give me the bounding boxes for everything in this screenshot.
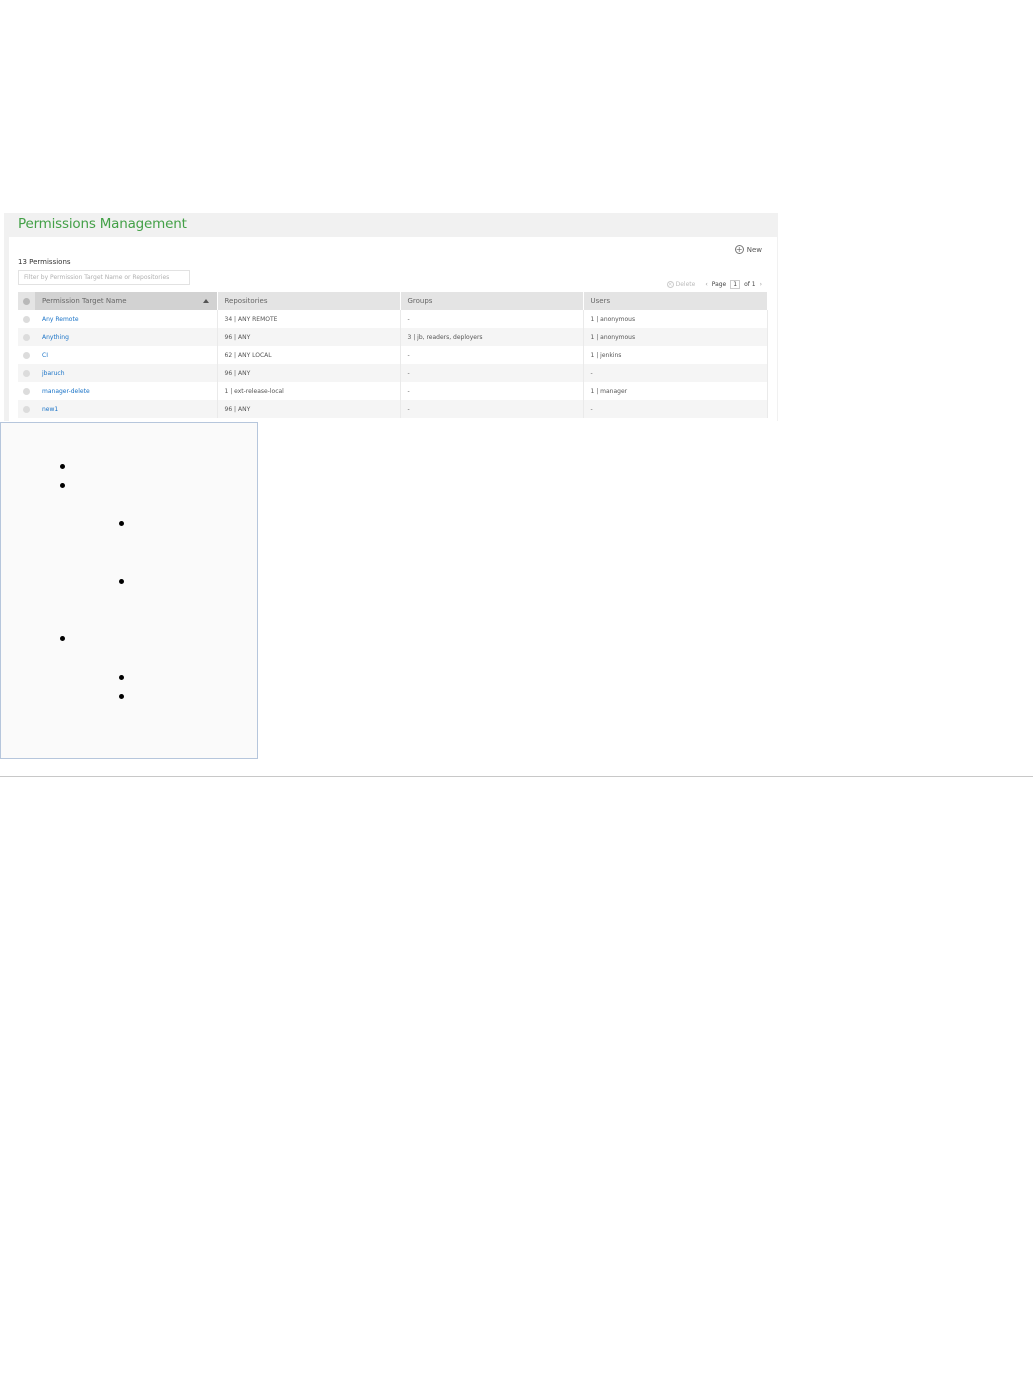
row-checkbox[interactable] bbox=[18, 400, 35, 418]
column-header-repositories[interactable]: Repositories bbox=[217, 292, 401, 310]
row-checkbox[interactable] bbox=[18, 310, 35, 328]
row-repositories-cell: 1 | ext-release-local bbox=[217, 382, 401, 400]
row-checkbox[interactable] bbox=[18, 328, 35, 346]
row-groups-cell: 3 | jb, readers, deployers bbox=[400, 328, 584, 346]
sort-ascending-icon bbox=[202, 299, 209, 303]
row-groups-cell: - bbox=[400, 382, 584, 400]
row-repositories-cell: 96 | ANY bbox=[217, 328, 401, 346]
bullet-list-box bbox=[0, 422, 258, 759]
permission-link[interactable]: new1 bbox=[42, 406, 58, 413]
table-header-row: Permission Target Name Repositories Grou… bbox=[18, 292, 768, 310]
table-row: Anything 96 | ANY 3 | jb, readers, deplo… bbox=[18, 328, 768, 346]
row-repositories-cell: 96 | ANY bbox=[217, 400, 401, 418]
row-groups-cell: - bbox=[400, 310, 584, 328]
permission-link[interactable]: manager-delete bbox=[42, 388, 90, 395]
pagination: × Delete ‹ Page 1 of 1 › bbox=[666, 280, 762, 289]
table-row: manager-delete 1 | ext-release-local - 1… bbox=[18, 382, 768, 400]
plus-circle-icon: + bbox=[734, 244, 744, 254]
select-all-checkbox[interactable] bbox=[18, 292, 35, 310]
list-bullet bbox=[119, 521, 124, 526]
new-permission-button[interactable]: + New bbox=[734, 244, 762, 254]
row-repositories-cell: 62 | ANY LOCAL bbox=[217, 346, 401, 364]
page-number-input[interactable]: 1 bbox=[730, 280, 741, 289]
row-users-cell: 1 | anonymous bbox=[583, 328, 768, 346]
filter-input[interactable]: Filter by Permission Target Name or Repo… bbox=[18, 270, 190, 285]
new-button-label: New bbox=[746, 245, 762, 254]
row-groups-cell: - bbox=[400, 400, 584, 418]
permission-link[interactable]: CI bbox=[42, 352, 48, 359]
list-bullet bbox=[60, 464, 65, 469]
column-header-label: Permission Target Name bbox=[42, 297, 127, 305]
next-page-icon[interactable]: › bbox=[760, 281, 762, 288]
permissions-table: Permission Target Name Repositories Grou… bbox=[18, 292, 768, 418]
row-users-cell: 1 | manager bbox=[583, 382, 768, 400]
permission-link[interactable]: Anything bbox=[42, 334, 69, 341]
row-groups-cell: - bbox=[400, 346, 584, 364]
list-bullet bbox=[119, 579, 124, 584]
row-users-cell: - bbox=[583, 400, 768, 418]
row-checkbox[interactable] bbox=[18, 364, 35, 382]
row-users-cell: 1 | anonymous bbox=[583, 310, 768, 328]
list-bullet bbox=[60, 636, 65, 641]
x-circle-icon: × bbox=[666, 280, 674, 288]
horizontal-divider bbox=[0, 776, 1033, 777]
row-users-cell: - bbox=[583, 364, 768, 382]
row-name-cell: Anything bbox=[35, 328, 218, 346]
permission-link[interactable]: jbaruch bbox=[42, 370, 65, 377]
column-header-name[interactable]: Permission Target Name bbox=[35, 292, 218, 310]
row-repositories-cell: 96 | ANY bbox=[217, 364, 401, 382]
table-row: jbaruch 96 | ANY - - bbox=[18, 364, 768, 382]
table-row: new1 96 | ANY - - bbox=[18, 400, 768, 418]
column-header-users[interactable]: Users bbox=[583, 292, 768, 310]
list-bullet bbox=[119, 675, 124, 680]
table-row: CI 62 | ANY LOCAL - 1 | jenkins bbox=[18, 346, 768, 364]
permissions-content: + New 13 Permissions Filter by Permissio… bbox=[9, 237, 777, 421]
row-checkbox[interactable] bbox=[18, 382, 35, 400]
list-bullet bbox=[60, 483, 65, 488]
row-repositories-cell: 34 | ANY REMOTE bbox=[217, 310, 401, 328]
page-label: Page bbox=[711, 281, 727, 288]
row-name-cell: Any Remote bbox=[35, 310, 218, 328]
table-row: Any Remote 34 | ANY REMOTE - 1 | anonymo… bbox=[18, 310, 768, 328]
row-name-cell: CI bbox=[35, 346, 218, 364]
permissions-count: 13 Permissions bbox=[18, 258, 71, 266]
prev-page-icon[interactable]: ‹ bbox=[705, 281, 707, 288]
row-name-cell: jbaruch bbox=[35, 364, 218, 382]
row-checkbox[interactable] bbox=[18, 346, 35, 364]
row-users-cell: 1 | jenkins bbox=[583, 346, 768, 364]
row-groups-cell: - bbox=[400, 364, 584, 382]
page-title: Permissions Management bbox=[18, 216, 187, 232]
list-bullet bbox=[119, 694, 124, 699]
delete-button[interactable]: × Delete bbox=[666, 280, 696, 288]
permissions-screenshot-panel: Permissions Management + New 13 Permissi… bbox=[4, 213, 778, 421]
row-name-cell: new1 bbox=[35, 400, 218, 418]
row-name-cell: manager-delete bbox=[35, 382, 218, 400]
delete-label: Delete bbox=[675, 281, 696, 288]
permission-link[interactable]: Any Remote bbox=[42, 316, 79, 323]
page-total: of 1 bbox=[744, 281, 756, 288]
column-header-groups[interactable]: Groups bbox=[400, 292, 584, 310]
